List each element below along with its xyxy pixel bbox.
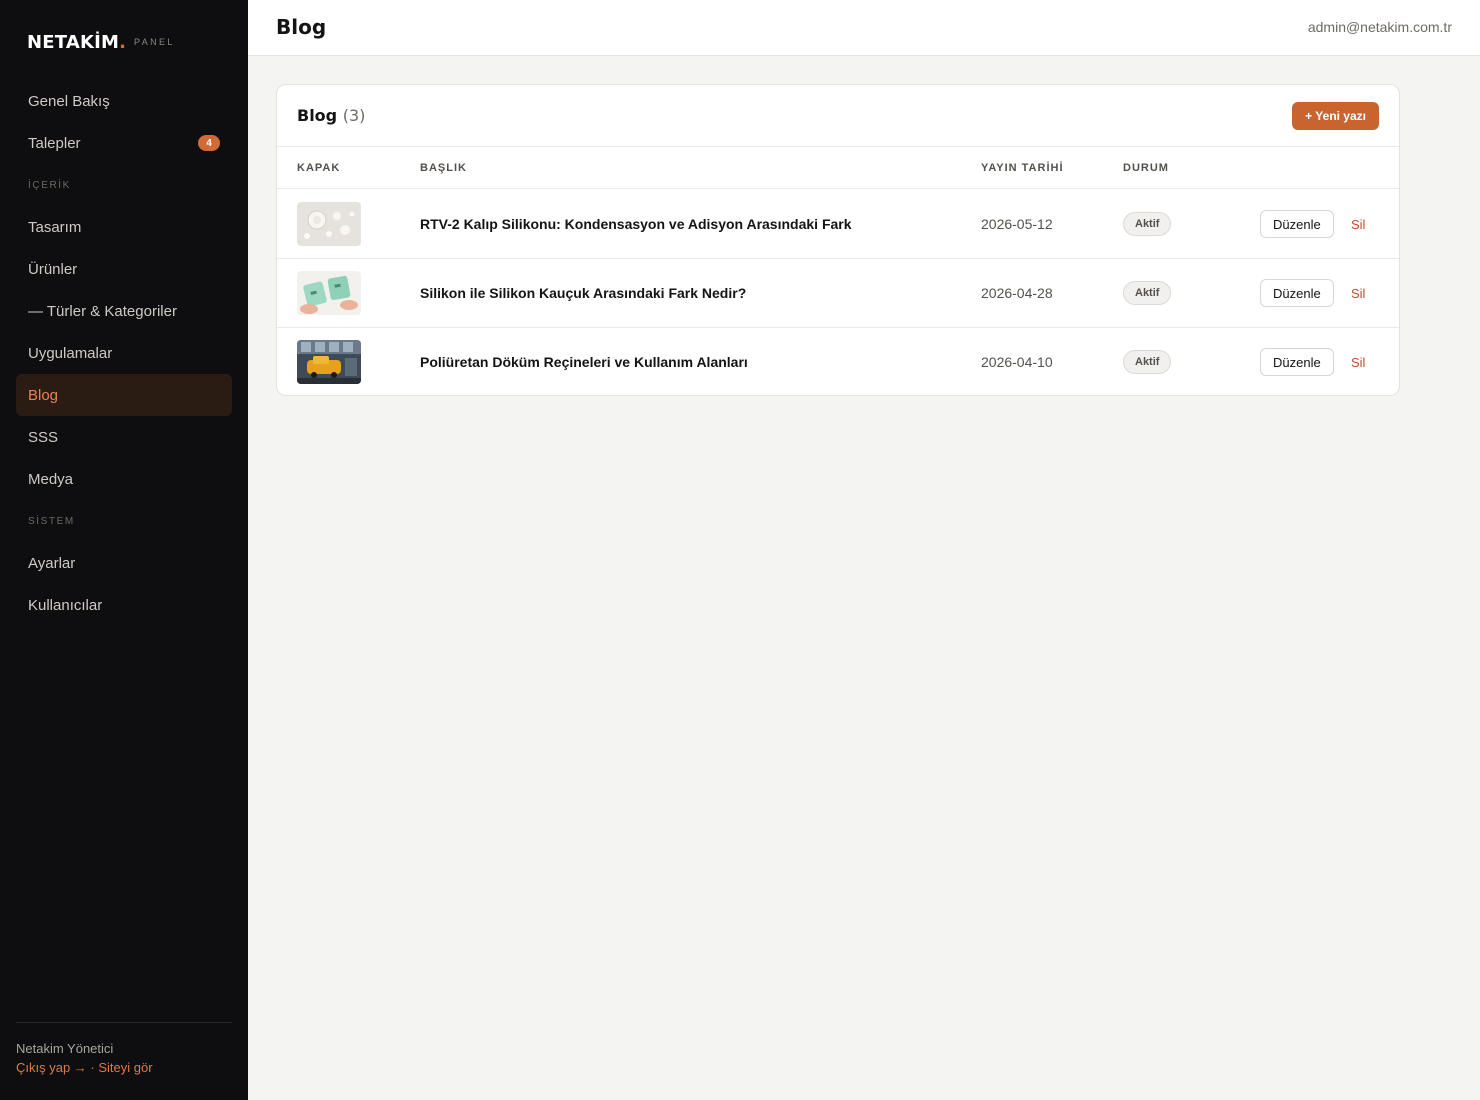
sidebar-item-label: Uygulamalar — [28, 344, 113, 362]
post-count: (3) — [342, 106, 366, 125]
cover-thumbnail[interactable] — [297, 340, 361, 384]
sidebar-item-label: Talepler — [28, 134, 81, 152]
post-title[interactable]: Silikon ile Silikon Kauçuk Arasındaki Fa… — [420, 285, 746, 301]
brand-logo[interactable]: NETAKİM. PANEL — [27, 32, 175, 53]
column-header-date[interactable]: YAYIN TARİHİ — [981, 162, 1064, 174]
sidebar-item-products[interactable]: Ürünler — [16, 248, 232, 290]
user-email: admin@netakim.com.tr — [1307, 19, 1452, 35]
brand-name: NETAKİM — [27, 32, 120, 53]
column-header-cover[interactable]: KAPAK — [297, 162, 340, 174]
sidebar-item-label: — Türler & Kategoriler — [28, 302, 177, 320]
delete-link[interactable]: Sil — [1351, 286, 1365, 301]
status-badge: Aktif — [1123, 350, 1172, 374]
logout-link[interactable]: Çıkış yap → — [16, 1060, 87, 1075]
cover-thumbnail[interactable] — [297, 271, 361, 315]
post-date: 2026-05-12 — [981, 216, 1053, 232]
sidebar-item-label: Kullanıcılar — [28, 596, 103, 614]
view-site-link[interactable]: Siteyi gör — [98, 1060, 152, 1075]
table-header: KAPAK BAŞLIK YAYIN TARİHİ DURUM — [277, 147, 1399, 189]
sidebar-item-blog[interactable]: Blog — [16, 374, 232, 416]
sidebar-item-design[interactable]: Tasarım — [16, 206, 232, 248]
status-badge: Aktif — [1123, 281, 1172, 305]
sidebar-item-label: Blog — [28, 386, 59, 404]
post-date: 2026-04-28 — [981, 285, 1053, 301]
sidebar-nav: Genel Bakış Talepler 4 İÇERİK Tasarım Ür… — [16, 80, 232, 626]
new-post-button[interactable]: + Yeni yazı — [1292, 102, 1379, 130]
brand-sub: PANEL — [133, 37, 175, 47]
sidebar-item-overview[interactable]: Genel Bakış — [16, 80, 232, 122]
sidebar-footer: Netakim Yönetici Çıkış yap → · Siteyi gö… — [16, 1022, 232, 1075]
sidebar-item-label: Genel Bakış — [28, 92, 110, 110]
table-row: RTV-2 Kalıp Silikonu: Kondensasyon ve Ad… — [277, 190, 1399, 259]
card-header: Blog (3) + Yeni yazı — [277, 85, 1399, 147]
table-row: Silikon ile Silikon Kauçuk Arasındaki Fa… — [277, 259, 1399, 328]
section-label-system: SİSTEM — [28, 515, 75, 527]
sidebar-item-requests[interactable]: Talepler 4 — [16, 122, 232, 164]
sidebar-item-faq[interactable]: SSS — [16, 416, 232, 458]
current-user-name: Netakim Yönetici — [16, 1041, 114, 1056]
post-date: 2026-04-10 — [981, 354, 1053, 370]
sidebar-item-media[interactable]: Medya — [16, 458, 232, 500]
post-title[interactable]: RTV-2 Kalıp Silikonu: Kondensasyon ve Ad… — [420, 216, 852, 232]
sidebar-item-label: SSS — [28, 428, 59, 446]
sidebar-item-label: Ürünler — [28, 260, 78, 278]
cover-thumbnail[interactable] — [297, 202, 361, 246]
footer-separator: · — [86, 1060, 99, 1075]
status-badge: Aktif — [1123, 212, 1172, 236]
column-header-status[interactable]: DURUM — [1123, 162, 1169, 174]
topbar: Blog admin@netakim.com.tr — [248, 0, 1480, 56]
sidebar-item-settings[interactable]: Ayarlar — [16, 542, 232, 584]
edit-button[interactable]: Düzenle — [1260, 210, 1334, 238]
sidebar: NETAKİM. PANEL Genel Bakış Talepler 4 İÇ… — [0, 0, 248, 1100]
page-title: Blog — [276, 15, 327, 39]
sidebar-item-types-categories[interactable]: — Türler & Kategoriler — [16, 290, 232, 332]
column-header-title[interactable]: BAŞLIK — [420, 162, 467, 174]
edit-button[interactable]: Düzenle — [1260, 348, 1334, 376]
card-title: Blog (3) — [297, 106, 365, 125]
sidebar-item-label: Medya — [28, 470, 74, 488]
sidebar-item-users[interactable]: Kullanıcılar — [16, 584, 232, 626]
delete-link[interactable]: Sil — [1351, 355, 1365, 370]
edit-button[interactable]: Düzenle — [1260, 279, 1334, 307]
sidebar-item-applications[interactable]: Uygulamalar — [16, 332, 232, 374]
footer-links: Çıkış yap → · Siteyi gör — [16, 1060, 232, 1075]
sidebar-item-label: Tasarım — [28, 218, 82, 236]
blog-card: Blog (3) + Yeni yazı KAPAK BAŞLIK YAYIN … — [276, 84, 1400, 396]
table-row: Poliüretan Döküm Reçineleri ve Kullanım … — [277, 328, 1399, 395]
section-label-content: İÇERİK — [28, 179, 71, 191]
post-title[interactable]: Poliüretan Döküm Reçineleri ve Kullanım … — [420, 354, 748, 370]
delete-link[interactable]: Sil — [1351, 217, 1365, 232]
brand-dot: . — [119, 32, 126, 53]
sidebar-item-label: Ayarlar — [28, 554, 76, 572]
card-title-text: Blog — [297, 106, 338, 125]
requests-count-badge: 4 — [198, 135, 220, 151]
